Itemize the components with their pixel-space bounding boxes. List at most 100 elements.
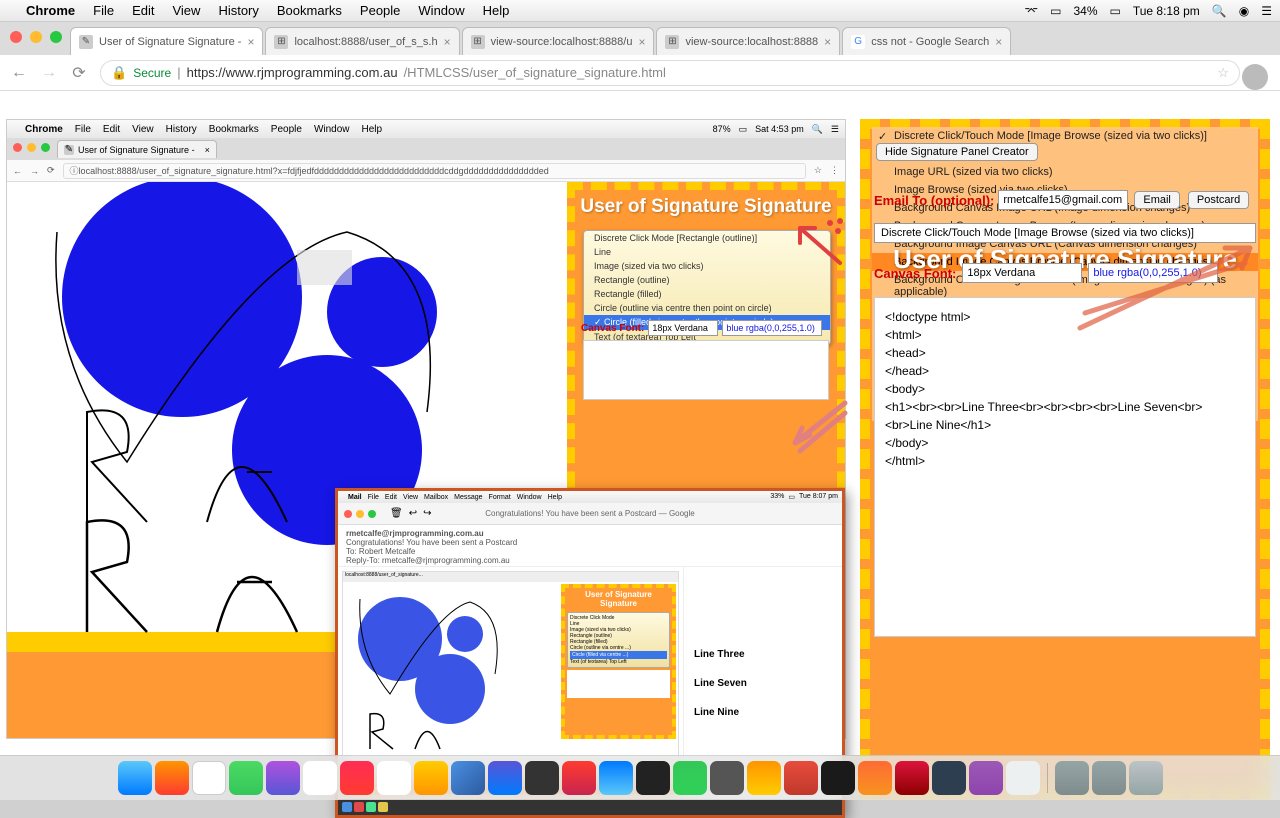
chrome-window: ✎User of Signature Signature -× ⊞localho… xyxy=(0,22,1280,755)
dock-app-icon[interactable] xyxy=(525,761,559,795)
dock-app-icon[interactable] xyxy=(821,761,855,795)
close-icon[interactable]: × xyxy=(638,35,645,49)
inner-tab: ✎User of Signature Signature -× xyxy=(57,140,217,158)
minimize-button[interactable] xyxy=(30,31,42,43)
dock-app-icon[interactable] xyxy=(451,761,485,795)
wifi-icon[interactable]: ⌤ xyxy=(1024,4,1038,18)
dock-app-icon[interactable] xyxy=(710,761,744,795)
clock: Tue 8:18 pm xyxy=(1133,4,1200,18)
email-label: Email To (optional): xyxy=(874,193,994,208)
battery-icon: ▭ xyxy=(1110,4,1121,18)
forward-icon[interactable]: ↪ xyxy=(423,508,431,519)
menu-people[interactable]: People xyxy=(360,3,400,18)
mail-title: Congratulations! You have been sent a Po… xyxy=(485,509,694,518)
dock-app-icon[interactable] xyxy=(488,761,522,795)
address-bar-row: ← → ⟳ 🔒 Secure | https://www.rjmprogramm… xyxy=(0,55,1280,91)
profile-avatar[interactable] xyxy=(1242,64,1268,90)
close-icon[interactable]: × xyxy=(444,35,451,49)
trash-icon[interactable]: 🗑 xyxy=(390,508,403,519)
address-bar[interactable]: 🔒 Secure | https://www.rjmprogramming.co… xyxy=(100,60,1240,86)
dock-folder-icon[interactable] xyxy=(1055,761,1089,795)
hide-panel-button[interactable]: Hide Signature Panel Creator xyxy=(876,143,1038,161)
close-icon[interactable]: × xyxy=(824,35,831,49)
forward-button[interactable]: → xyxy=(40,64,58,82)
dock-app-icon[interactable] xyxy=(192,761,226,795)
email-button[interactable]: Email xyxy=(1134,191,1180,209)
dock-app-icon[interactable] xyxy=(377,761,411,795)
postcard-button[interactable]: Postcard xyxy=(1188,191,1249,209)
dock-app-icon[interactable] xyxy=(858,761,892,795)
tab-2[interactable]: ⊞view-source:localhost:8888/u× xyxy=(462,27,655,55)
menu-edit[interactable]: Edit xyxy=(132,3,154,18)
tab-0[interactable]: ✎User of Signature Signature -× xyxy=(70,27,263,55)
close-icon[interactable]: × xyxy=(995,35,1002,49)
dock-app-icon[interactable] xyxy=(155,761,189,795)
siri-icon[interactable]: ◉ xyxy=(1239,4,1249,18)
dock-app-icon[interactable] xyxy=(1006,761,1040,795)
dock-app-icon[interactable] xyxy=(747,761,781,795)
star-icon[interactable]: ☆ xyxy=(1217,65,1229,81)
mail-dock xyxy=(338,799,842,815)
lock-icon: 🔒 xyxy=(111,65,127,81)
dock-trash-icon[interactable] xyxy=(1129,761,1163,795)
mail-header: rmetcalfe@rjmprogramming.com.au Congratu… xyxy=(338,525,842,567)
tab-bar: ✎User of Signature Signature -× ⊞localho… xyxy=(0,22,1280,55)
url-host: https://www.rjmprogramming.com.au xyxy=(187,65,398,80)
zoom-button[interactable] xyxy=(50,31,62,43)
tab-4[interactable]: Gcss not - Google Search× xyxy=(842,27,1011,55)
inner-url: localhost:8888/user_of_signature_signatu… xyxy=(79,166,549,176)
reply-icon[interactable]: ↩ xyxy=(409,508,417,519)
ctx-item[interactable]: Image URL (sized via two clicks) xyxy=(872,163,1258,181)
menu-bookmarks[interactable]: Bookmarks xyxy=(277,3,342,18)
app-name[interactable]: Chrome xyxy=(26,3,75,18)
menu-window[interactable]: Window xyxy=(418,3,464,18)
airplay-icon[interactable]: ▭ xyxy=(1050,4,1061,18)
dock-app-icon[interactable] xyxy=(673,761,707,795)
dock-app-icon[interactable] xyxy=(636,761,670,795)
window-controls xyxy=(10,31,62,43)
battery-percent: 34% xyxy=(1073,4,1097,18)
macos-dock[interactable] xyxy=(0,755,1280,800)
dock-app-icon[interactable] xyxy=(562,761,596,795)
inner-textarea[interactable] xyxy=(583,340,829,400)
dock-app-icon[interactable] xyxy=(599,761,633,795)
macos-menubar: Chrome File Edit View History Bookmarks … xyxy=(0,0,1280,22)
dock-folder-icon[interactable] xyxy=(1092,761,1126,795)
code-textarea[interactable]: <!doctype html> <html> <head> </head> <b… xyxy=(874,297,1256,637)
dock-app-icon[interactable] xyxy=(118,761,152,795)
notification-icon[interactable]: ☰ xyxy=(1261,4,1272,18)
email-field[interactable] xyxy=(998,190,1128,210)
tab-3[interactable]: ⊞view-source:localhost:8888× xyxy=(656,27,840,55)
dock-app-icon[interactable] xyxy=(969,761,1003,795)
tab-1[interactable]: ⊞localhost:8888/user_of_s_s.h× xyxy=(265,27,459,55)
reload-button[interactable]: ⟳ xyxy=(70,64,88,82)
spotlight-icon[interactable]: 🔍 xyxy=(1212,4,1227,18)
mode-select[interactable]: Discrete Click/Touch Mode [Image Browse … xyxy=(874,223,1256,243)
menu-help[interactable]: Help xyxy=(483,3,510,18)
dock-app-icon[interactable] xyxy=(340,761,374,795)
inner-macos-menubar: Chrome File Edit View History Bookmarks … xyxy=(7,120,845,138)
back-icon: ← xyxy=(13,166,22,176)
dock-app-icon[interactable] xyxy=(784,761,818,795)
menu-view[interactable]: View xyxy=(172,3,200,18)
back-button[interactable]: ← xyxy=(10,64,28,82)
url-path: /HTMLCSS/user_of_signature_signature.htm… xyxy=(404,65,666,80)
dock-app-icon[interactable] xyxy=(303,761,337,795)
dock-app-icon[interactable] xyxy=(932,761,966,795)
menu-file[interactable]: File xyxy=(93,3,114,18)
inner-app-name: Chrome xyxy=(25,124,63,135)
canvas-font-input[interactable] xyxy=(648,320,718,336)
dock-app-icon[interactable] xyxy=(414,761,448,795)
dock-app-icon[interactable] xyxy=(266,761,300,795)
menu-history[interactable]: History xyxy=(218,3,258,18)
secure-label: Secure xyxy=(133,66,171,80)
dock-app-icon[interactable] xyxy=(229,761,263,795)
close-icon[interactable]: × xyxy=(247,35,254,49)
close-button[interactable] xyxy=(10,31,22,43)
dock-app-icon[interactable] xyxy=(895,761,929,795)
canvas-color-input[interactable] xyxy=(722,320,822,336)
signature-panel: Discrete Click/Touch Mode [Image Browse … xyxy=(860,119,1270,799)
canvas-color-input[interactable] xyxy=(1088,263,1218,283)
canvas-font-input[interactable] xyxy=(962,263,1082,283)
canvas-font-label: Canvas Font: xyxy=(581,323,644,334)
